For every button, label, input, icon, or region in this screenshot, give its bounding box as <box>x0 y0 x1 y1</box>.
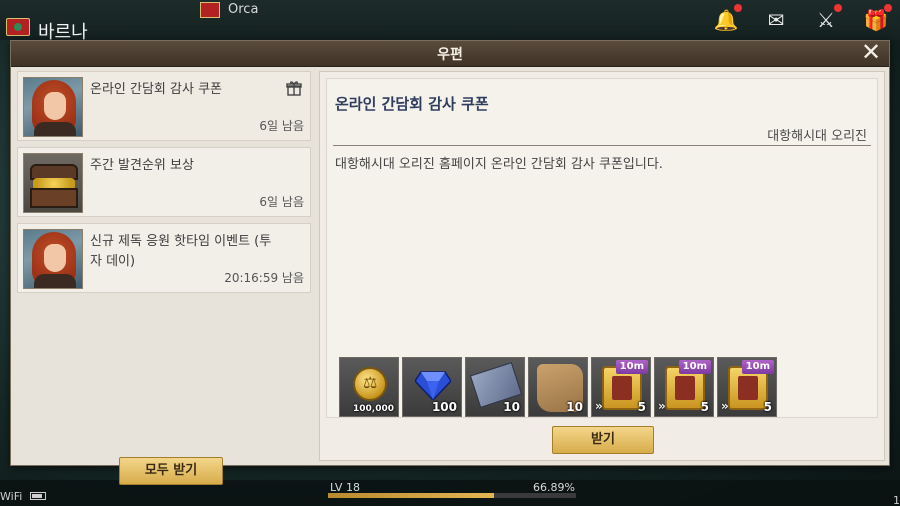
xp-bar-fill <box>328 493 494 498</box>
attachment-item[interactable]: 10m » 5 <box>717 357 777 417</box>
mail-sender: 대항해시대 오리진 <box>767 129 867 144</box>
receive-all-button[interactable]: 모두 받기 <box>119 457 223 485</box>
mail-item-title: 신규 제독 응원 핫타임 이벤트 (투자 데이) <box>90 234 272 269</box>
mail-detail-content: 온라인 간담회 감사 쿠폰 대항해시대 오리진 대항해시대 오리진 홈페이지 온… <box>326 78 878 418</box>
battery-icon <box>30 492 46 500</box>
attachment-item[interactable]: 10m » 5 <box>591 357 651 417</box>
double-chevron-icon: » <box>721 399 729 413</box>
notification-dot <box>834 4 842 12</box>
wifi-label: WiFi <box>0 490 23 503</box>
notification-dot <box>734 4 742 12</box>
double-chevron-icon: » <box>595 399 603 413</box>
attachment-time-badge: 10m <box>678 360 711 374</box>
dialog-header: 우편 ✕ <box>11 40 889 67</box>
attachment-time-badge: 10m <box>615 360 648 374</box>
mailbox-dialog: 우편 ✕ 온라인 간담회 감사 쿠폰 6일 남음 주간 발견순위 보상 6일 남… <box>10 40 890 485</box>
mail-body: 대항해시대 오리진 홈페이지 온라인 간담회 감사 쿠폰입니다. <box>335 157 663 172</box>
mail-item[interactable]: 온라인 간담회 감사 쿠폰 6일 남음 <box>17 71 311 141</box>
blue-gem-icon <box>415 371 451 400</box>
attachment-count: 100 <box>431 400 457 414</box>
shop-icon[interactable]: 🎁 <box>862 4 892 32</box>
receive-button[interactable]: 받기 <box>552 426 654 454</box>
dialog-title: 우편 <box>437 47 463 63</box>
guild-name: Orca <box>228 2 259 17</box>
mail-item-remaining: 20:16:59 남음 <box>224 271 304 285</box>
gift-icon <box>286 81 302 96</box>
nation-flag-icon <box>6 18 30 36</box>
attachment-time-badge: 10m <box>741 360 774 374</box>
character-portrait-icon <box>23 229 83 289</box>
close-button[interactable]: ✕ <box>859 40 883 65</box>
treasure-chest-icon <box>23 153 83 213</box>
mail-item[interactable]: 주간 발견순위 보상 6일 남음 <box>17 147 311 217</box>
mail-detail-panel: 온라인 간담회 감사 쿠폰 대항해시대 오리진 대항해시대 오리진 홈페이지 온… <box>319 71 885 461</box>
attachment-item[interactable]: 100 <box>402 357 462 417</box>
attachment-item[interactable]: 10 <box>465 357 525 417</box>
notification-dot <box>884 4 892 12</box>
mail-icon[interactable]: ✉ <box>762 8 790 32</box>
attachment-count: 5 <box>700 400 709 414</box>
attachment-item[interactable]: 10m » 5 <box>654 357 714 417</box>
bell-icon[interactable]: 🔔 <box>712 4 742 32</box>
battle-icon[interactable]: ⚔ <box>812 4 842 32</box>
mail-item-title: 주간 발견순위 보상 <box>90 158 194 173</box>
attachment-count: 100,000 <box>353 404 394 414</box>
hud-icon-group: 🔔 ✉ ⚔ 🎁 <box>712 4 892 32</box>
attachment-item[interactable]: 10 <box>528 357 588 417</box>
attachment-count: 5 <box>637 400 646 414</box>
attachment-list: 100,000 100 10 10 <box>339 357 777 417</box>
attachment-count: 10 <box>566 400 583 414</box>
mail-item-remaining: 6일 남음 <box>259 119 304 133</box>
double-chevron-icon: » <box>658 399 666 413</box>
divider <box>333 145 871 146</box>
guild-flag-icon <box>200 2 220 18</box>
mail-item[interactable]: 신규 제독 응원 핫타임 이벤트 (투자 데이) 20:16:59 남음 <box>17 223 311 293</box>
mail-item-title: 온라인 간담회 감사 쿠폰 <box>90 82 222 97</box>
character-portrait-icon <box>23 77 83 137</box>
mail-list: 온라인 간담회 감사 쿠폰 6일 남음 주간 발견순위 보상 6일 남음 신규 … <box>17 71 313 485</box>
right-edge-label: 1 <box>893 494 900 506</box>
mail-item-remaining: 6일 남음 <box>259 195 304 209</box>
mail-detail-title: 온라인 간담회 감사 쿠폰 <box>335 95 489 113</box>
xp-bar <box>328 493 576 498</box>
attachment-count: 10 <box>503 400 520 414</box>
attachment-count: 5 <box>763 400 772 414</box>
attachment-item[interactable]: 100,000 <box>339 357 399 417</box>
gold-coin-icon <box>353 367 387 401</box>
